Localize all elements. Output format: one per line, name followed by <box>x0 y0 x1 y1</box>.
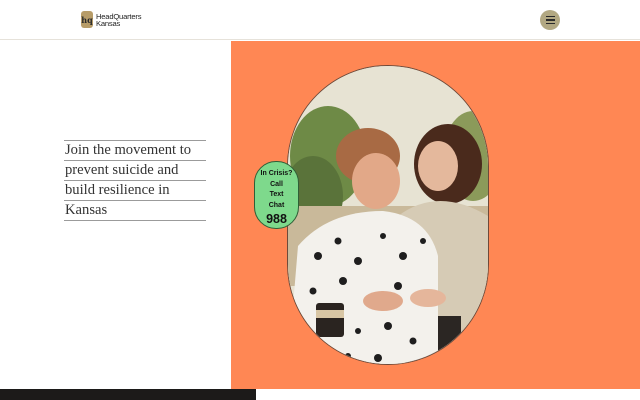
menu-button[interactable] <box>540 10 560 30</box>
logo-line-2: Kansas <box>96 18 121 28</box>
logo-mark-icon: hq <box>81 11 93 28</box>
hamburger-icon <box>545 15 555 18</box>
crisis-chat-label: Chat <box>268 201 285 209</box>
headline-line: prevent suicide and <box>64 160 206 180</box>
headquarters-kansas-logo[interactable]: hq HeadQuarters Kansas <box>81 11 141 28</box>
crisis-help-button[interactable]: In Crisis? Call Text Chat 988 <box>254 161 299 229</box>
crisis-label: In Crisis? <box>260 170 293 177</box>
hero-headline: Join the movement to prevent suicide and… <box>64 140 206 221</box>
crisis-text-label: Text <box>269 191 284 198</box>
hamburger-icon-bar <box>545 22 555 25</box>
hero-photo <box>287 65 489 365</box>
photo-two-women-embracing-icon <box>288 66 488 364</box>
crisis-number: 988 <box>266 212 287 226</box>
next-section-image <box>0 389 256 400</box>
site-header: hq HeadQuarters Kansas <box>0 0 640 40</box>
crisis-call-label: Call <box>270 180 283 188</box>
headline-line: Kansas <box>64 200 206 221</box>
headline-line: Join the movement to <box>64 140 206 160</box>
hamburger-icon-bar <box>545 19 555 21</box>
logo-wordmark: HeadQuarters Kansas <box>96 12 141 28</box>
headline-line: build resilience in <box>64 180 206 200</box>
